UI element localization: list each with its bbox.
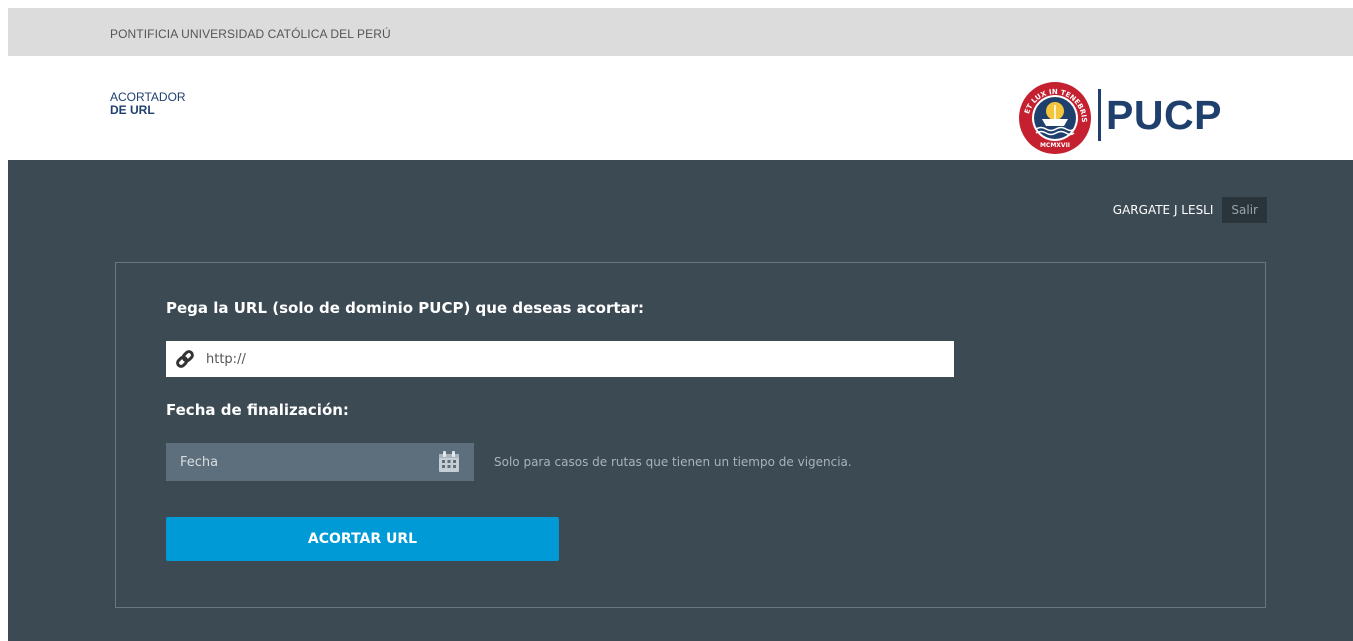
page-edge	[0, 0, 8, 641]
user-bar: GARGATE J LESLI Salir	[1113, 197, 1267, 223]
pucp-wordmark: PUCP	[1106, 92, 1222, 138]
logo-divider	[1098, 89, 1101, 141]
brand-line-2: DE URL	[110, 103, 155, 117]
seal-year: MCMXVII	[1040, 142, 1070, 149]
user-name: GARGATE J LESLI	[1112, 203, 1214, 217]
url-label: Pega la URL (solo de dominio PUCP) que d…	[166, 299, 645, 317]
logout-button[interactable]: Salir	[1222, 197, 1267, 223]
main-content: GARGATE J LESLI Salir Pega la URL (solo …	[8, 160, 1353, 641]
url-input[interactable]	[206, 344, 946, 374]
url-field[interactable]	[166, 341, 954, 377]
calendar-icon[interactable]	[437, 450, 461, 474]
pucp-logo[interactable]: ET LUX IN TENEBRIS LUCET MCMXVII PUCP	[1018, 81, 1270, 157]
end-date-label: Fecha de finalización:	[166, 401, 349, 419]
shorten-url-button[interactable]: ACORTAR URL	[166, 517, 559, 561]
page: PONTIFICIA UNIVERSIDAD CATÓLICA DEL PERÚ…	[0, 0, 1353, 641]
end-date-input[interactable]	[180, 454, 430, 470]
link-icon	[174, 348, 196, 370]
university-topbar: PONTIFICIA UNIVERSIDAD CATÓLICA DEL PERÚ	[8, 8, 1353, 56]
app-brand[interactable]: ACORTADOR DE URL	[110, 91, 186, 117]
university-name: PONTIFICIA UNIVERSIDAD CATÓLICA DEL PERÚ	[110, 27, 391, 41]
pucp-seal-icon: ET LUX IN TENEBRIS LUCET MCMXVII	[1018, 81, 1091, 154]
site-header: ACORTADOR DE URL ET LUX IN TENEBRIS LUCE…	[8, 56, 1353, 160]
end-date-hint: Solo para casos de rutas que tienen un t…	[494, 455, 852, 469]
shortener-form-card: Pega la URL (solo de dominio PUCP) que d…	[115, 262, 1266, 608]
end-date-field[interactable]	[166, 443, 474, 481]
